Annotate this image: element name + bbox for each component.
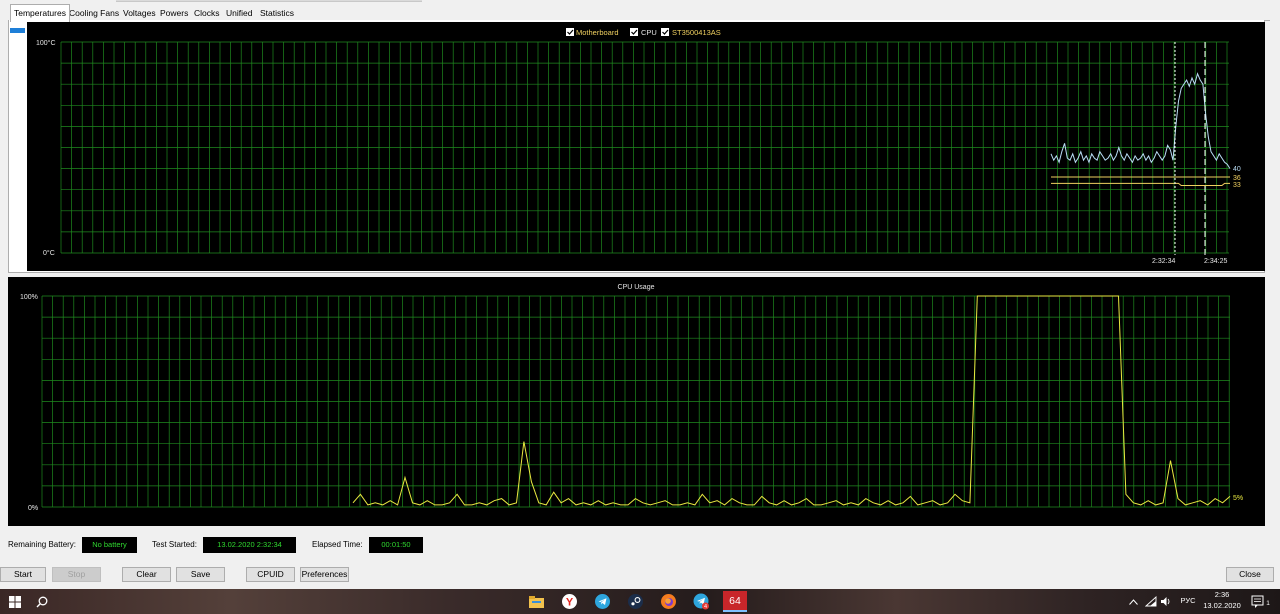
volume-icon[interactable]: [1160, 593, 1172, 610]
tab-temperatures[interactable]: Temperatures: [10, 4, 70, 22]
chart-legend: Motherboard CPU ST3500413AS: [566, 28, 721, 37]
cpu-chart-title: CPU Usage: [618, 284, 655, 291]
cpuid-button[interactable]: CPUID: [246, 567, 295, 582]
top-divider: [116, 0, 422, 2]
time-marker-label-2: 2:34:25: [1204, 258, 1227, 265]
clock-date[interactable]: 13.02.2020: [1203, 601, 1241, 610]
firefox-icon[interactable]: [660, 593, 677, 610]
battery-value: No battery: [82, 537, 137, 553]
start-button[interactable]: Start: [0, 567, 46, 582]
telegram-unread-badge: 4: [704, 604, 707, 610]
preferences-button[interactable]: Preferences: [300, 567, 349, 582]
notification-count: 1: [1266, 600, 1270, 607]
tab-voltages[interactable]: Voltages: [120, 6, 159, 21]
steam-icon[interactable]: [627, 593, 644, 610]
file-explorer-icon[interactable]: [528, 593, 545, 610]
cpu-usage-chart: CPU Usage 100% 0% 5%: [8, 277, 1265, 526]
series-line-cpu-usage: [352, 295, 1231, 506]
legend-label-disk: ST3500413AS: [672, 28, 721, 37]
tab-clocks[interactable]: Clocks: [191, 6, 223, 21]
cpu-temp-value: 40: [1233, 166, 1241, 173]
aida64-icon[interactable]: 64: [723, 591, 747, 612]
telegram-icon-2[interactable]: 4: [693, 593, 710, 610]
series-line-disk-temp: [1051, 182, 1230, 186]
network-icon[interactable]: [1145, 593, 1157, 610]
svg-text:Y: Y: [566, 597, 574, 609]
elapsed-time-value: 00:01:50: [369, 537, 423, 553]
y-axis-max-label: 100°C: [36, 39, 56, 47]
disk-temp-value: 33: [1233, 182, 1241, 189]
motherboard-temp-value: 36: [1233, 175, 1241, 182]
stop-button[interactable]: Stop: [52, 567, 101, 582]
cpu-usage-current-value: 5%: [1233, 495, 1243, 502]
cpu-usage-chart-svg: CPU Usage 100% 0% 5%: [20, 284, 1243, 512]
series-line-cpu-temp: [1050, 72, 1231, 169]
legend-label-cpu: CPU: [641, 28, 657, 37]
battery-label: Remaining Battery:: [8, 540, 77, 549]
windows-taskbar: Y 4 64 РУС 2:36 13.02.2020 1: [0, 589, 1280, 614]
clock-time[interactable]: 2:36: [1203, 590, 1241, 599]
windows-start-icon[interactable]: [6, 593, 23, 610]
tab-cooling-fans[interactable]: Cooling Fans: [66, 6, 122, 21]
sensor-list-selection[interactable]: [10, 28, 25, 33]
search-icon[interactable]: [33, 593, 50, 610]
telegram-icon[interactable]: [594, 593, 611, 610]
time-marker-label-1: 2:32:34: [1152, 258, 1175, 265]
input-language-indicator[interactable]: РУС: [1178, 596, 1198, 605]
save-button[interactable]: Save: [176, 567, 225, 582]
test-started-label: Test Started:: [152, 540, 197, 549]
legend-checkbox-motherboard[interactable]: [566, 28, 574, 36]
tab-powers[interactable]: Powers: [157, 6, 191, 21]
tab-unified[interactable]: Unified: [223, 6, 255, 21]
temperature-chart-svg: Motherboard CPU ST3500413AS 100°C 0°C 2:…: [36, 28, 1241, 265]
legend-checkbox-cpu[interactable]: [630, 28, 638, 36]
tab-bar: Temperatures Cooling Fans Voltages Power…: [0, 0, 1280, 22]
tab-statistics[interactable]: Statistics: [257, 6, 297, 21]
cpu-y-axis-min-label: 0%: [28, 505, 38, 512]
clear-button[interactable]: Clear: [122, 567, 171, 582]
yandex-browser-icon[interactable]: Y: [561, 593, 578, 610]
cpu-y-axis-max-label: 100%: [20, 294, 38, 301]
close-button[interactable]: Close: [1226, 567, 1274, 582]
legend-checkbox-disk[interactable]: [661, 28, 669, 36]
elapsed-time-label: Elapsed Time:: [312, 540, 363, 549]
temperature-chart: Motherboard CPU ST3500413AS 100°C 0°C 2:…: [27, 22, 1265, 271]
y-axis-min-label: 0°C: [43, 249, 55, 257]
test-started-value: 13.02.2020 2:32:34: [203, 537, 296, 553]
chevron-up-icon[interactable]: [1128, 593, 1138, 610]
legend-label-motherboard: Motherboard: [576, 28, 619, 37]
